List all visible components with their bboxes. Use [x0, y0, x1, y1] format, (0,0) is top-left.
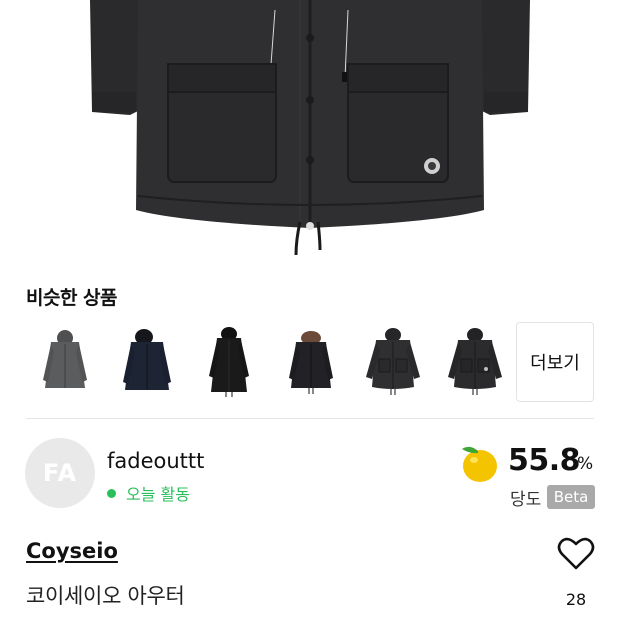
more-similar-button[interactable]: 더보기: [516, 322, 594, 402]
fishtail-black-image: [366, 328, 420, 395]
like-button[interactable]: [556, 536, 596, 572]
product-title: 코이세이오 아우터: [26, 584, 185, 608]
like-count: 28: [565, 590, 587, 609]
parka-fur-black-image: [289, 331, 333, 394]
similar-product-thumb[interactable]: [188, 322, 270, 402]
seller-activity-status: 오늘 활동: [107, 481, 190, 505]
similar-product-thumb[interactable]: [270, 322, 352, 402]
seller-name[interactable]: fadeouttt: [107, 449, 204, 473]
sweetness-label: 당도: [510, 490, 542, 510]
heart-icon: [557, 537, 595, 570]
parka-navy-image: [123, 329, 171, 390]
lemon-icon: [458, 442, 502, 488]
fishtail-dark-image: [448, 328, 502, 395]
seller-avatar[interactable]: FA: [25, 438, 95, 508]
product-image[interactable]: [0, 0, 620, 268]
long-parka-black-image: [209, 327, 249, 397]
online-dot-icon: [107, 488, 116, 498]
similar-product-thumb[interactable]: [24, 322, 106, 402]
section-divider: [26, 418, 594, 419]
jacket-photo: [90, 0, 530, 256]
jacket-gray-image: [43, 330, 87, 388]
beta-badge: Beta: [547, 485, 595, 509]
avatar-initials: FA: [42, 459, 78, 487]
similar-product-thumb[interactable]: [106, 322, 188, 402]
similar-products-title: 비슷한 상품: [26, 287, 118, 309]
brand-link[interactable]: Coyseio: [26, 539, 118, 563]
activity-label: 오늘 활동: [126, 485, 190, 504]
similar-product-thumb[interactable]: [352, 322, 434, 402]
similar-product-thumb[interactable]: [434, 322, 516, 402]
sweetness-unit: %: [577, 454, 594, 474]
similar-products-list: [24, 322, 516, 402]
sweetness-score: 55.8: [508, 443, 581, 478]
